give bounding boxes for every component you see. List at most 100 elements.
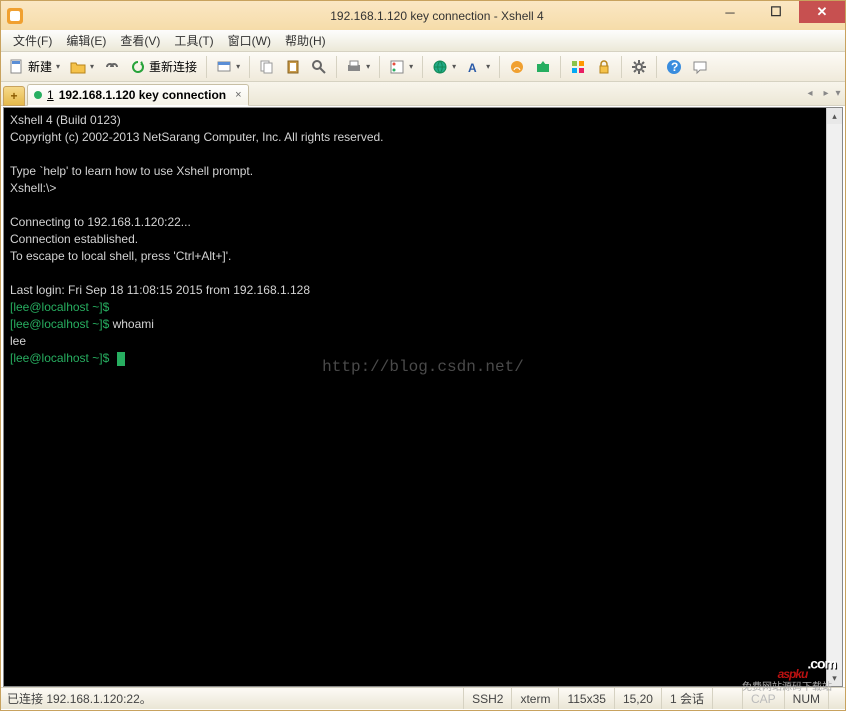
- term-line: To escape to local shell, press 'Ctrl+Al…: [10, 249, 231, 263]
- scroll-up-button[interactable]: ▴: [827, 108, 842, 124]
- tab-label: 192.168.1.120 key connection: [59, 88, 226, 102]
- terminal-pane: Xshell 4 (Build 0123) Copyright (c) 2002…: [3, 107, 843, 687]
- new-button[interactable]: 新建: [5, 55, 64, 79]
- new-file-icon: [9, 59, 25, 75]
- menu-edit[interactable]: 编辑(E): [60, 30, 112, 51]
- help-icon: ?: [666, 59, 682, 75]
- terminal[interactable]: Xshell 4 (Build 0123) Copyright (c) 2002…: [4, 108, 842, 371]
- term-line: Connecting to 192.168.1.120:22...: [10, 215, 191, 229]
- new-tab-button[interactable]: +: [3, 86, 25, 106]
- find-button[interactable]: [307, 55, 331, 79]
- term-line: Type `help' to learn how to use Xshell p…: [10, 164, 253, 178]
- term-output: lee: [10, 334, 26, 348]
- menu-view[interactable]: 查看(V): [114, 30, 166, 51]
- open-button[interactable]: [66, 55, 98, 79]
- term-cmd: whoami: [109, 317, 154, 331]
- term-line: Connection established.: [10, 232, 138, 246]
- minimize-button[interactable]: ─: [707, 1, 753, 23]
- help-button[interactable]: ?: [662, 55, 686, 79]
- tab-current[interactable]: 1 192.168.1.120 key connection ×: [27, 84, 249, 106]
- titlebar: 192.168.1.120 key connection - Xshell 4 …: [1, 1, 845, 30]
- status-cursor: 15,20: [614, 688, 661, 709]
- term-line: Last login: Fri Sep 18 11:08:15 2015 fro…: [10, 283, 310, 297]
- reconnect-button[interactable]: 重新连接: [126, 55, 201, 79]
- reconnect-label: 重新连接: [149, 58, 197, 75]
- term-prompt: [lee@localhost ~]$: [10, 317, 109, 331]
- separator: [422, 56, 423, 78]
- term-line: Xshell:\>: [10, 181, 56, 195]
- paste-icon: [285, 59, 301, 75]
- color-scheme-button[interactable]: [428, 55, 460, 79]
- tile-button[interactable]: [566, 55, 590, 79]
- scroll-down-button[interactable]: ▾: [827, 670, 842, 686]
- menu-tools[interactable]: 工具(T): [168, 30, 219, 51]
- window-controls: ─ ☐ ✕: [707, 1, 845, 23]
- search-icon: [311, 59, 327, 75]
- status-termtype: xterm: [511, 688, 558, 709]
- scrollbar[interactable]: ▴ ▾: [826, 108, 842, 686]
- term-line: Copyright (c) 2002-2013 NetSarang Comput…: [10, 130, 384, 144]
- svg-text:A: A: [468, 61, 477, 75]
- term-prompt: [lee@localhost ~]$: [10, 300, 109, 314]
- refresh-icon: [130, 59, 146, 75]
- font-button[interactable]: A: [462, 55, 494, 79]
- status-size: 115x35: [558, 688, 613, 709]
- menu-file[interactable]: 文件(F): [7, 30, 58, 51]
- link-button[interactable]: [100, 55, 124, 79]
- tab-scroll-left[interactable]: ◂: [803, 84, 817, 102]
- properties-button[interactable]: [385, 55, 417, 79]
- copy-icon: [259, 59, 275, 75]
- toolbar: 新建 重新连接 A ?: [1, 52, 845, 82]
- close-button[interactable]: ✕: [799, 1, 845, 23]
- term-prompt: [lee@localhost ~]$: [10, 351, 109, 365]
- paste-button[interactable]: [281, 55, 305, 79]
- status-sessions: 1 会话: [661, 688, 712, 709]
- tab-index: 1: [47, 88, 54, 102]
- separator: [656, 56, 657, 78]
- term-line: Xshell 4 (Build 0123): [10, 113, 121, 127]
- app-icon: [7, 8, 23, 24]
- globe-icon: [432, 59, 448, 75]
- folder-open-icon: [70, 59, 86, 75]
- menu-window[interactable]: 窗口(W): [222, 30, 277, 51]
- tabbar: + 1 192.168.1.120 key connection × ◂ ▸ ▾: [1, 82, 845, 106]
- separator: [206, 56, 207, 78]
- separator: [499, 56, 500, 78]
- speech-bubble-icon: [692, 59, 708, 75]
- print-button[interactable]: [342, 55, 374, 79]
- lock-button[interactable]: [592, 55, 616, 79]
- menubar: 文件(F) 编辑(E) 查看(V) 工具(T) 窗口(W) 帮助(H): [1, 30, 845, 52]
- settings-button[interactable]: [627, 55, 651, 79]
- connection-status-icon: [34, 91, 42, 99]
- link-icon: [104, 59, 120, 75]
- separator: [560, 56, 561, 78]
- separator: [379, 56, 380, 78]
- svg-text:?: ?: [671, 60, 678, 74]
- plus-icon: +: [10, 89, 17, 103]
- copy-button[interactable]: [255, 55, 279, 79]
- separator: [336, 56, 337, 78]
- tab-close-button[interactable]: ×: [235, 89, 241, 101]
- xftp-button[interactable]: [531, 55, 555, 79]
- tab-menu[interactable]: ▾: [831, 84, 845, 102]
- xagent-icon: [509, 59, 525, 75]
- status-num: NUM: [784, 688, 828, 709]
- status-connection: 已连接 192.168.1.120:22。: [1, 690, 463, 707]
- cursor: [117, 352, 125, 366]
- status-protocol: SSH2: [463, 688, 511, 709]
- tile-icon: [570, 59, 586, 75]
- status-caps: CAP: [742, 688, 784, 709]
- session-button[interactable]: [212, 55, 244, 79]
- feedback-button[interactable]: [688, 55, 712, 79]
- xagent-button[interactable]: [505, 55, 529, 79]
- gear-icon: [631, 59, 647, 75]
- session-icon: [216, 59, 232, 75]
- separator: [249, 56, 250, 78]
- menu-help[interactable]: 帮助(H): [279, 30, 332, 51]
- statusbar: 已连接 192.168.1.120:22。 SSH2 xterm 115x35 …: [1, 687, 845, 709]
- lock-icon: [596, 59, 612, 75]
- xftp-icon: [535, 59, 551, 75]
- separator: [621, 56, 622, 78]
- maximize-button[interactable]: ☐: [753, 1, 799, 23]
- properties-icon: [389, 59, 405, 75]
